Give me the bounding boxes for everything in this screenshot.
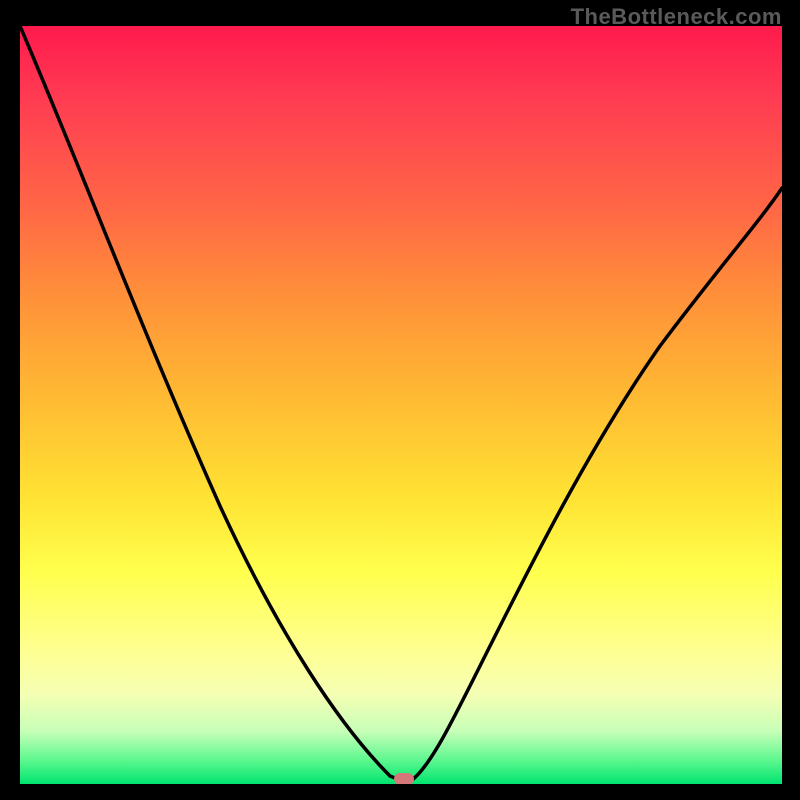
curve-svg: [20, 26, 782, 784]
plot-area: [20, 26, 782, 784]
chart-frame: TheBottleneck.com: [0, 0, 800, 800]
optimum-marker: [394, 773, 414, 784]
bottleneck-curve: [20, 26, 782, 780]
